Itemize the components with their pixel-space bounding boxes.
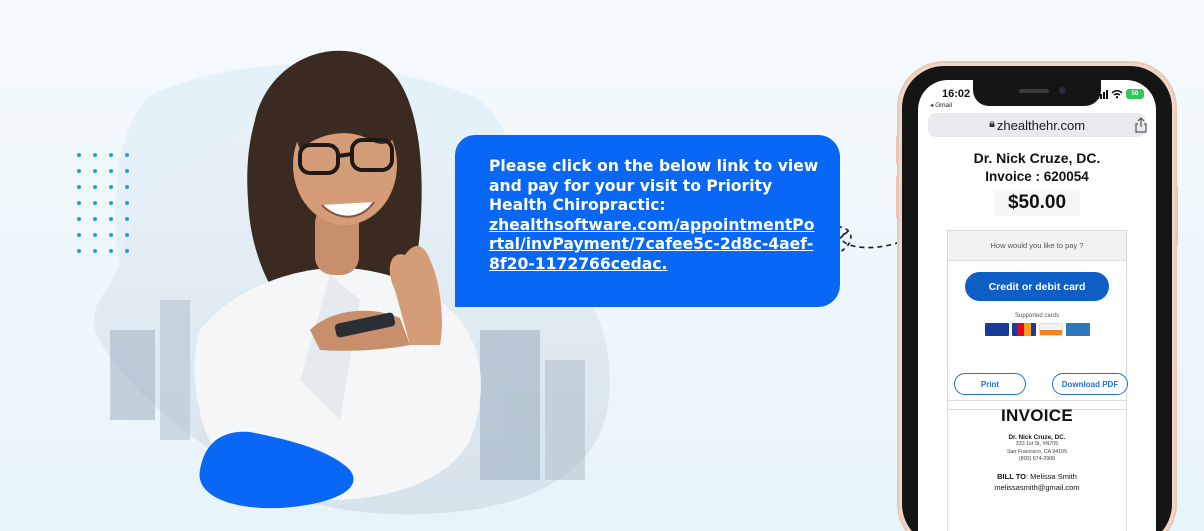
card-logos	[948, 323, 1126, 336]
speaker-grille	[1019, 89, 1049, 93]
wifi-icon	[1111, 89, 1123, 99]
address-line: San Francisco, CA 94105	[1006, 448, 1068, 455]
status-time: 16:02	[942, 88, 971, 100]
battery-icon: 50	[1126, 89, 1144, 99]
status-indicators: 50	[1097, 89, 1144, 99]
supported-cards-label: Supported cards	[1014, 313, 1060, 319]
invoice-title: INVOICE	[1000, 406, 1073, 425]
payment-link[interactable]: zhealthsoftware.com/appointmentPortal/in…	[489, 216, 820, 275]
amex-icon	[1065, 323, 1090, 336]
phone-notch	[973, 80, 1101, 106]
address-line: 333 1st St, #N705	[1015, 441, 1059, 447]
print-button[interactable]: Print	[954, 373, 1026, 395]
bill-to-email: melissasmith@gmail.com	[994, 482, 1080, 492]
discover-icon	[1038, 323, 1063, 336]
invoice-provider-name: Dr. Nick Cruze, DC.	[1008, 434, 1066, 441]
share-icon[interactable]	[1134, 117, 1148, 133]
phone-screen: 16:02 ◂ Gmail 50 zhealthehr.com Dr. Nick…	[918, 80, 1156, 531]
visa-icon	[984, 323, 1009, 336]
promo-graphic: Please click on the below link to view a…	[0, 0, 1204, 531]
bill-to: BILL TO: Melissa Smith	[948, 472, 1126, 481]
pay-question: How would you like to pay ?	[948, 231, 1126, 261]
phone-side-button	[896, 136, 899, 164]
mastercard-icon	[1011, 323, 1036, 336]
invoice-header: Dr. Nick Cruze, DC. Invoice : 620054 $50…	[918, 150, 1156, 216]
invoice-actions: Print Download PDF	[954, 373, 1128, 395]
signal-icon	[1097, 89, 1108, 99]
browser-url-bar[interactable]: zhealthehr.com	[928, 113, 1148, 137]
phone-mockup: 16:02 ◂ Gmail 50 zhealthehr.com Dr. Nick…	[896, 66, 1178, 531]
download-pdf-button[interactable]: Download PDF	[1052, 373, 1128, 395]
phone-number-line: (800) 674-2908	[1018, 456, 1056, 462]
phone-side-button	[1175, 186, 1178, 246]
back-to-gmail-link[interactable]: ◂ Gmail	[930, 101, 952, 109]
provider-name: Dr. Nick Cruze, DC.	[973, 150, 1101, 166]
camera-icon	[1059, 87, 1066, 94]
bill-to-label: BILL TO	[997, 471, 1027, 481]
phone-side-button	[896, 176, 899, 218]
invoice-number: Invoice : 620054	[985, 169, 1089, 184]
bill-to-name: : Melissa Smith	[1026, 471, 1077, 481]
dot-grid-decoration	[77, 153, 137, 263]
sms-message-text: Please click on the below link to view a…	[489, 157, 819, 214]
invoice-document: INVOICE Dr. Nick Cruze, DC. 333 1st St, …	[947, 400, 1127, 531]
url-text: zhealthehr.com	[996, 117, 1086, 133]
lock-icon	[989, 121, 995, 127]
credit-debit-card-button[interactable]: Credit or debit card	[965, 272, 1109, 301]
sms-message-bubble: Please click on the below link to view a…	[455, 135, 840, 307]
invoice-amount: $50.00	[993, 190, 1081, 216]
